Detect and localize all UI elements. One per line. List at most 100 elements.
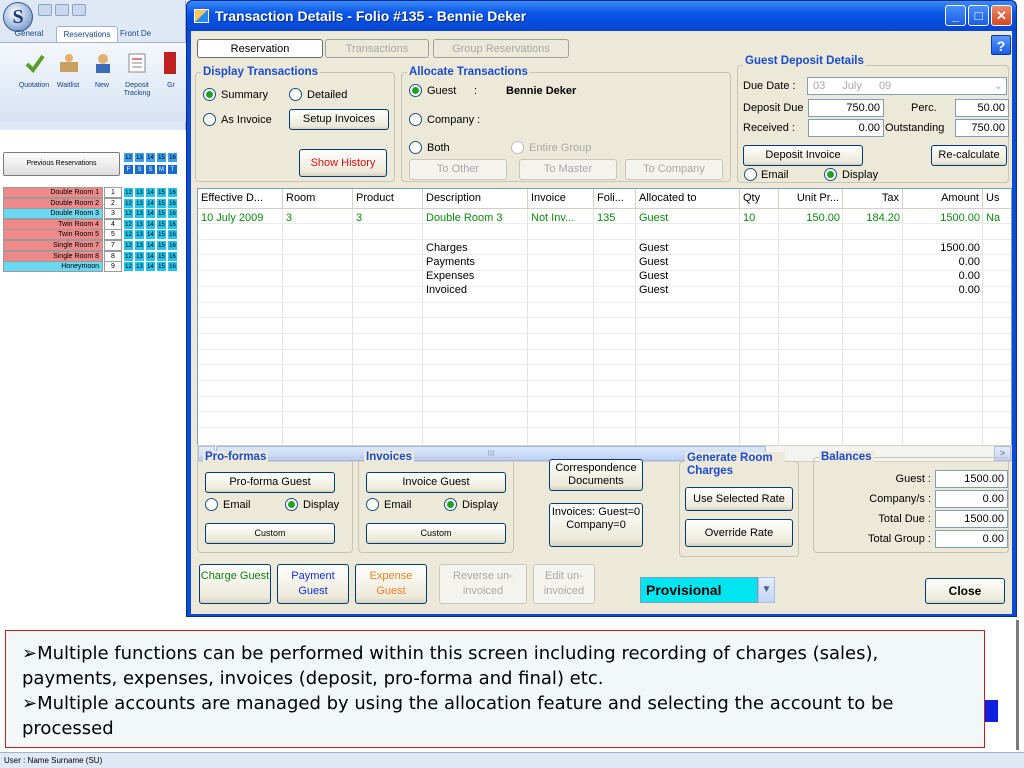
override-rate-button[interactable]: Override Rate [685, 519, 793, 547]
calendar-cell[interactable]: 14 [145, 208, 156, 220]
qat-icon[interactable] [38, 4, 52, 16]
column-header[interactable]: Allocated to [636, 189, 740, 209]
calendar-cell[interactable]: 12 [123, 208, 134, 220]
proforma-email-radio[interactable] [205, 498, 218, 514]
calendar-cell[interactable]: 16 [167, 197, 178, 209]
proforma-display-radio[interactable] [285, 498, 298, 514]
app-window-icon[interactable] [194, 9, 209, 23]
column-header[interactable]: Qty [740, 189, 779, 209]
correspondence-documents-button[interactable]: Correspondence Documents [549, 459, 643, 491]
detailed-radio[interactable] [289, 88, 302, 104]
column-header[interactable]: Foli... [594, 189, 636, 209]
room-name[interactable]: Double Room 3 [3, 208, 103, 220]
maximize-icon[interactable]: □ [968, 5, 989, 26]
calendar-cell[interactable]: 13 [134, 240, 145, 251]
close-button[interactable]: Close [925, 578, 1005, 604]
proforma-guest-button[interactable]: Pro-forma Guest [205, 472, 335, 493]
calendar-cell[interactable]: 15 [156, 261, 167, 273]
edit-uninvoiced-button[interactable]: Edit un-invoiced [533, 564, 595, 604]
allocate-guest-radio[interactable] [409, 84, 422, 100]
room-name[interactable]: Double Room 1 [3, 187, 103, 198]
expense-guest-button[interactable]: Expense Guest [355, 564, 427, 604]
deposit-invoice-button[interactable]: Deposit Invoice [743, 145, 863, 166]
room-name[interactable]: Single Room 7 [3, 240, 103, 251]
table-cell[interactable]: 184.20 [843, 211, 903, 225]
recalculate-button[interactable]: Re-calculate [931, 145, 1007, 166]
outstanding-field[interactable]: 750.00 [955, 119, 1009, 137]
room-name[interactable]: Twin Room 4 [3, 218, 103, 230]
invoice-display-radio[interactable] [444, 498, 457, 514]
to-other-button[interactable]: To Other [409, 159, 507, 180]
deposit-email-radio[interactable] [744, 168, 757, 184]
ribbon-tab-front-desk[interactable]: Front De [120, 26, 182, 42]
as-invoice-radio[interactable] [203, 113, 216, 129]
invoice-email-radio[interactable] [366, 498, 379, 514]
calendar-cell[interactable]: 13 [134, 187, 145, 198]
calendar-cell[interactable]: 16 [167, 240, 178, 251]
minimize-icon[interactable]: _ [945, 5, 966, 26]
calendar-cell[interactable]: 16 [167, 261, 178, 273]
dialog-title[interactable]: Transaction Details - Folio #135 - Benni… [187, 1, 1016, 31]
calendar-cell[interactable]: 14 [145, 229, 156, 241]
calendar-cell[interactable]: 12 [123, 197, 134, 209]
chevron-down-icon[interactable]: ⌄ [994, 78, 1003, 94]
tab-reservation[interactable]: Reservation [197, 39, 323, 58]
calendar-cell[interactable]: 16 [167, 229, 178, 241]
allocate-both-radio[interactable] [409, 141, 422, 157]
received-field[interactable]: 0.00 [808, 119, 884, 137]
table-cell[interactable]: 10 July 2009 [198, 211, 283, 225]
column-header[interactable]: Us [983, 189, 1011, 209]
payment-guest-button[interactable]: Payment Guest [277, 564, 349, 604]
table-cell[interactable]: Not Inv... [528, 211, 594, 225]
help-icon[interactable]: ? [991, 35, 1011, 55]
new-booking-icon[interactable] [92, 52, 114, 74]
calendar-cell[interactable]: 15 [156, 240, 167, 251]
deposit-tracking-icon[interactable] [126, 52, 148, 74]
column-header[interactable]: Room [283, 189, 353, 209]
calendar-cell[interactable]: 15 [156, 250, 167, 262]
table-cell[interactable]: 3 [283, 211, 353, 225]
reservation-status-select[interactable]: Provisional [640, 577, 758, 603]
setup-invoices-button[interactable]: Setup Invoices [289, 109, 389, 130]
proforma-custom-button[interactable]: Custom [205, 523, 335, 544]
calendar-cell[interactable]: 16 [167, 250, 178, 262]
ribbon-tab-reservations[interactable]: Reservations [56, 26, 118, 42]
deposit-display-radio[interactable] [824, 168, 837, 184]
table-cell[interactable]: Guest [636, 211, 740, 225]
deposit-due-field[interactable]: 750.00 [808, 99, 884, 117]
calendar-cell[interactable]: 13 [134, 208, 145, 220]
invoice-guest-button[interactable]: Invoice Guest [366, 472, 506, 493]
chevron-down-icon[interactable]: ▼ [758, 577, 775, 603]
to-master-button[interactable]: To Master [519, 159, 617, 180]
calendar-cell[interactable]: 15 [156, 187, 167, 198]
calendar-cell[interactable]: 14 [145, 261, 156, 273]
calendar-cell[interactable]: 15 [156, 229, 167, 241]
waitlist-icon[interactable] [58, 52, 80, 74]
calendar-cell[interactable]: 14 [145, 197, 156, 209]
calendar-cell[interactable]: 14 [145, 187, 156, 198]
use-selected-rate-button[interactable]: Use Selected Rate [685, 487, 793, 511]
calendar-cell[interactable]: 13 [134, 261, 145, 273]
calendar-cell[interactable]: 13 [134, 250, 145, 262]
column-header[interactable]: Effective D... [198, 189, 283, 209]
column-header[interactable]: Description [423, 189, 528, 209]
room-name[interactable]: Honeymoon [3, 261, 103, 273]
table-cell[interactable]: Na [983, 211, 1011, 225]
calendar-cell[interactable]: 16 [167, 208, 178, 220]
summary-radio[interactable] [203, 88, 216, 104]
calendar-cell[interactable]: 14 [145, 240, 156, 251]
previous-reservations-button[interactable]: Previous Reservations [3, 152, 120, 176]
ribbon-tab-general[interactable]: General [4, 26, 54, 42]
column-header[interactable]: Amount [903, 189, 983, 209]
calendar-cell[interactable]: 15 [156, 208, 167, 220]
perc-field[interactable]: 50.00 [955, 99, 1009, 117]
tab-transactions[interactable]: Transactions [325, 39, 429, 58]
to-company-button[interactable]: To Company [625, 159, 723, 180]
table-cell[interactable]: 1500.00 [903, 211, 983, 225]
table-cell[interactable]: 3 [353, 211, 423, 225]
tab-group-reservations[interactable]: Group Reservations [433, 39, 569, 58]
calendar-cell[interactable]: 15 [156, 218, 167, 230]
calendar-cell[interactable]: 14 [145, 218, 156, 230]
calendar-cell[interactable]: 12 [123, 218, 134, 230]
column-header[interactable]: Product [353, 189, 423, 209]
